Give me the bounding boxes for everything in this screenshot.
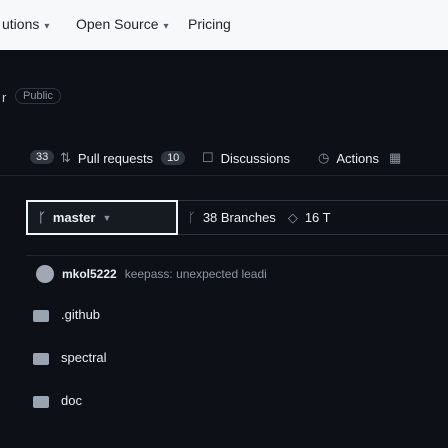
folder-icon: [33, 309, 49, 322]
discussions-icon: ☐: [202, 150, 214, 165]
branch-icon: ᚴ: [38, 210, 46, 225]
commit-message[interactable]: keepass: unexpected leadi: [125, 267, 267, 281]
branches-link[interactable]: 38 Branches: [203, 210, 276, 225]
branch-name: master: [52, 210, 96, 225]
commit-author[interactable]: mkol5222: [62, 267, 117, 281]
tab-actions[interactable]: ◷ Actions ▦: [318, 150, 401, 166]
file-name[interactable]: .github: [61, 307, 100, 322]
tab-discussions[interactable]: ☐ Discussions: [202, 150, 290, 166]
tab-label: Pull requests: [77, 150, 154, 166]
branches-tags-bar: ᚴ 38 Branches ◇ 16 T: [178, 200, 448, 235]
avatar[interactable]: [36, 265, 54, 283]
tab-label: Actions: [336, 150, 379, 166]
chevron-down-icon: ▾: [163, 21, 169, 32]
branch-selector[interactable]: ᚴ master ▼: [26, 200, 178, 235]
tab-issues[interactable]: 33: [22, 150, 55, 164]
nav-pricing[interactable]: Pricing: [188, 16, 231, 32]
pr-count: 10: [161, 151, 186, 165]
list-item[interactable]: .github: [33, 307, 100, 322]
tab-pull-requests[interactable]: ⇅ Pull requests 10: [60, 150, 186, 166]
pull-request-icon: ⇅: [60, 150, 71, 165]
tab-label: Discussions: [220, 150, 291, 166]
tag-icon: ◇: [287, 209, 298, 225]
file-name[interactable]: doc: [61, 393, 82, 408]
list-item[interactable]: doc: [33, 393, 82, 408]
chevron-down-icon: ▾: [44, 21, 50, 32]
folder-icon: [33, 395, 49, 408]
nav-open-source[interactable]: Open Source ▾: [76, 16, 169, 32]
issues-count: 33: [30, 150, 55, 164]
tags-link[interactable]: 16 T: [305, 210, 331, 225]
top-navigation: utions ▾ Open Source ▾ Pricing: [0, 0, 448, 50]
visibility-badge: Public: [15, 88, 61, 104]
actions-icon: ◷: [318, 150, 330, 165]
file-name[interactable]: spectral: [61, 350, 107, 365]
tab-divider: [0, 175, 448, 176]
chevron-down-icon: ▼: [102, 212, 112, 223]
nav-solutions[interactable]: utions ▾: [2, 16, 49, 32]
latest-commit: mkol5222 keepass: unexpected leadi: [26, 255, 448, 292]
folder-icon: [33, 352, 49, 365]
list-item[interactable]: spectral: [33, 350, 107, 365]
branch-icon: ᚴ: [188, 210, 196, 225]
repo-name[interactable]: r: [2, 90, 6, 105]
projects-icon: ▦: [388, 150, 402, 165]
